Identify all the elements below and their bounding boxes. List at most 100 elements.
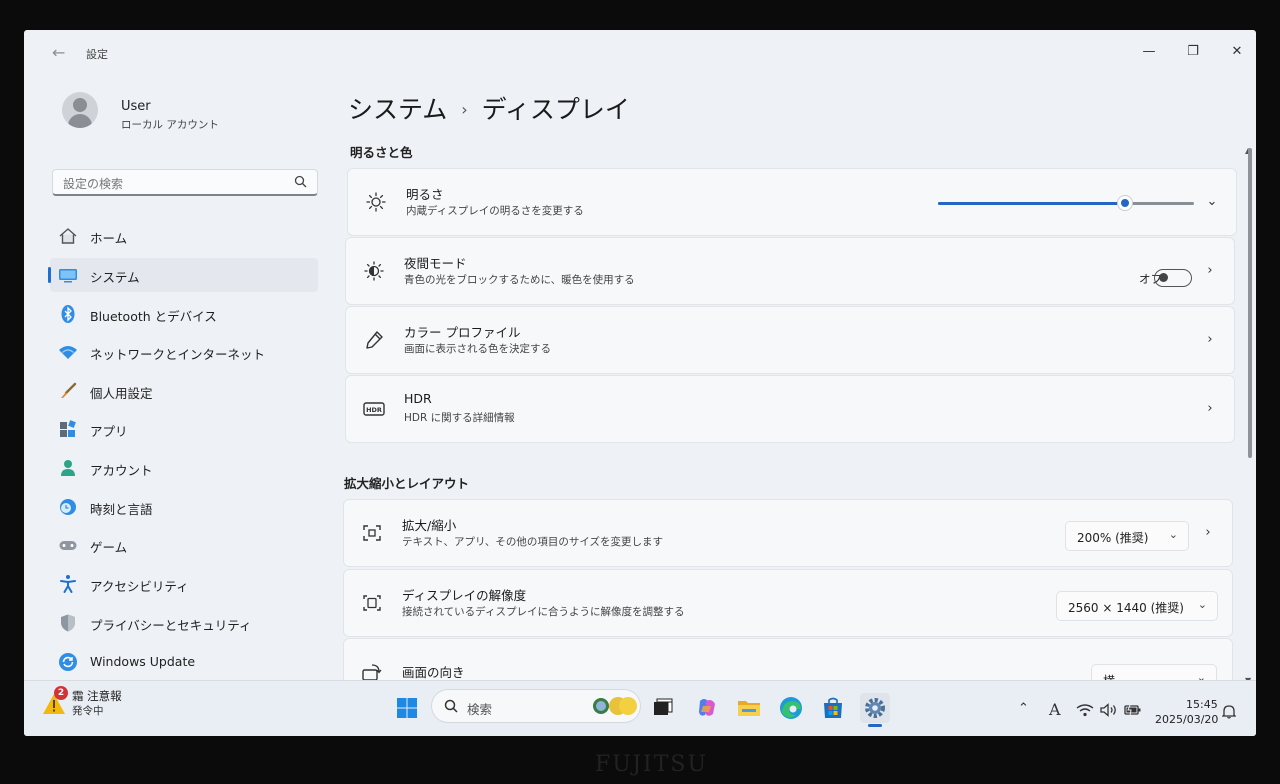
- resolution-icon: [363, 595, 381, 611]
- hdr-title: HDR: [404, 391, 432, 406]
- brightness-icon: [366, 192, 386, 212]
- resolution-value: 2560 × 1440 (推奨): [1068, 601, 1184, 615]
- search-input[interactable]: [61, 173, 290, 194]
- color-profile-title: カラー プロファイル: [404, 325, 521, 340]
- settings-search[interactable]: [52, 169, 318, 196]
- wifi-icon[interactable]: [1076, 703, 1094, 717]
- chevron-down-icon[interactable]: ⌄: [1204, 194, 1220, 210]
- sidebar-item-label: Bluetooth とデバイス: [90, 309, 217, 324]
- volume-icon[interactable]: [1100, 703, 1118, 717]
- start-button[interactable]: [392, 693, 422, 723]
- sidebar-item-personalization[interactable]: 個人用設定: [50, 374, 318, 408]
- sidebar-item-bluetooth[interactable]: Bluetooth とデバイス: [50, 297, 318, 331]
- sidebar-item-apps[interactable]: アプリ: [50, 412, 318, 446]
- chevron-right-icon[interactable]: ›: [1202, 332, 1218, 348]
- sidebar-item-gaming[interactable]: ゲーム: [50, 528, 318, 562]
- resolution-card[interactable]: ディスプレイの解像度 接続されているディスプレイに合うように解像度を調整する 2…: [344, 570, 1232, 636]
- chevron-down-icon: ⌄: [1197, 598, 1207, 611]
- sidebar-item-label: Windows Update: [90, 654, 196, 669]
- file-explorer-button[interactable]: [734, 693, 764, 723]
- hdr-subtitle[interactable]: HDR に関する詳細情報: [404, 410, 515, 425]
- weather-subtitle: 発令中: [72, 705, 104, 717]
- sidebar-item-accessibility[interactable]: アクセシビリティ: [50, 567, 318, 601]
- sidebar-item-network[interactable]: ネットワークとインターネット: [50, 335, 318, 369]
- battery-charging-icon[interactable]: [1124, 703, 1142, 717]
- chevron-right-icon[interactable]: ›: [1200, 525, 1216, 541]
- scale-icon: [363, 525, 381, 541]
- chevron-right-icon[interactable]: ›: [1202, 263, 1218, 279]
- hdr-card[interactable]: HDR HDR HDR に関する詳細情報 ›: [346, 376, 1234, 442]
- globe-clock-icon: [60, 499, 76, 515]
- night-light-title: 夜間モード: [404, 256, 467, 271]
- search-icon: [444, 699, 458, 713]
- breadcrumb-current: ディスプレイ: [481, 95, 630, 124]
- sidebar-item-time-language[interactable]: 時刻と言語: [50, 490, 318, 524]
- taskbar-search[interactable]: 検索: [432, 690, 640, 722]
- restore-button[interactable]: ❐: [1178, 44, 1208, 64]
- home-icon: [59, 228, 77, 244]
- toggle-knob: [1159, 273, 1168, 282]
- brightness-card[interactable]: 明るさ 内蔵ディスプレイの明るさを変更する ⌄: [348, 169, 1236, 235]
- gamepad-icon: [59, 541, 77, 550]
- sidebar-item-label: ゲーム: [90, 540, 128, 555]
- brush-icon: [61, 382, 77, 398]
- accessibility-icon: [60, 575, 76, 593]
- weather-title: 霜 注意報: [72, 689, 122, 703]
- resolution-dropdown[interactable]: 2560 × 1440 (推奨) ⌄: [1057, 592, 1217, 620]
- slider-fill: [938, 202, 1125, 205]
- brightness-slider[interactable]: [938, 196, 1194, 210]
- edge-button[interactable]: [776, 693, 806, 723]
- back-button[interactable]: ←: [52, 43, 65, 62]
- search-icon[interactable]: [294, 175, 307, 188]
- page-title: システム › ディスプレイ: [348, 90, 630, 126]
- clock-date[interactable]: 2025/03/20: [1155, 713, 1218, 726]
- brightness-subtitle: 内蔵ディスプレイの明るさを変更する: [406, 205, 584, 217]
- avatar[interactable]: [62, 92, 98, 128]
- ime-indicator[interactable]: A: [1049, 700, 1061, 719]
- scrollbar-thumb[interactable]: [1248, 148, 1252, 458]
- color-profile-card[interactable]: カラー プロファイル 画面に表示される色を決定する ›: [346, 307, 1234, 373]
- night-light-toggle[interactable]: [1154, 269, 1192, 287]
- sidebar-item-system[interactable]: システム: [48, 258, 318, 292]
- chevron-right-icon[interactable]: ›: [1202, 401, 1218, 417]
- weather-widget[interactable]: 2 霜 注意報 発令中: [38, 681, 158, 736]
- sidebar-item-label: アカウント: [90, 463, 153, 478]
- scale-card[interactable]: 拡大/縮小 テキスト、アプリ、その他の項目のサイズを変更します 200% (推奨…: [344, 500, 1232, 566]
- task-view-button[interactable]: [648, 693, 678, 723]
- account-icon: [61, 460, 75, 476]
- sidebar-item-home[interactable]: ホーム: [50, 219, 318, 253]
- section-heading-scale-layout: 拡大縮小とレイアウト: [344, 476, 470, 491]
- bezel-brand-logo: FUJITSU: [595, 752, 709, 777]
- wifi-icon: [59, 346, 77, 359]
- notification-bell-icon[interactable]: [1222, 704, 1236, 719]
- clock-time[interactable]: 15:45: [1186, 698, 1218, 711]
- apps-icon: [60, 420, 76, 437]
- minimize-button[interactable]: —: [1134, 44, 1164, 64]
- hdr-icon: HDR: [363, 402, 385, 416]
- active-indicator: [48, 267, 51, 283]
- system-icon: [59, 269, 77, 283]
- breadcrumb-parent[interactable]: システム: [348, 95, 447, 124]
- slider-thumb[interactable]: [1117, 196, 1132, 210]
- sidebar-item-label: システム: [90, 270, 140, 285]
- close-button[interactable]: ✕: [1222, 44, 1252, 64]
- sidebar-item-accounts[interactable]: アカウント: [50, 451, 318, 485]
- chevron-up-icon[interactable]: ⌃: [1018, 701, 1029, 716]
- taskbar-search-placeholder: 検索: [467, 702, 493, 717]
- night-light-subtitle: 青色の光をブロックするために、暖色を使用する: [404, 274, 635, 286]
- copilot-button[interactable]: [692, 693, 722, 723]
- sidebar-item-privacy[interactable]: プライバシーとセキュリティ: [50, 606, 318, 640]
- copilot-icon: [699, 699, 715, 716]
- taskbar: 2 霜 注意報 発令中 検索 ⌃ A 15:45 2025/03/20: [24, 680, 1256, 736]
- folder-icon: [738, 701, 760, 716]
- sidebar-item-windows-update[interactable]: Windows Update: [50, 645, 318, 679]
- scale-dropdown[interactable]: 200% (推奨) ⌄: [1066, 522, 1188, 550]
- shield-icon: [61, 614, 75, 632]
- night-light-card[interactable]: 夜間モード 青色の光をブロックするために、暖色を使用する オフ ›: [346, 238, 1234, 304]
- microsoft-store-button[interactable]: [818, 693, 848, 723]
- color-picker-icon: [366, 331, 383, 349]
- user-name: User: [121, 99, 151, 114]
- bluetooth-icon: [61, 305, 75, 323]
- settings-button[interactable]: [860, 693, 890, 727]
- scale-title: 拡大/縮小: [402, 518, 457, 533]
